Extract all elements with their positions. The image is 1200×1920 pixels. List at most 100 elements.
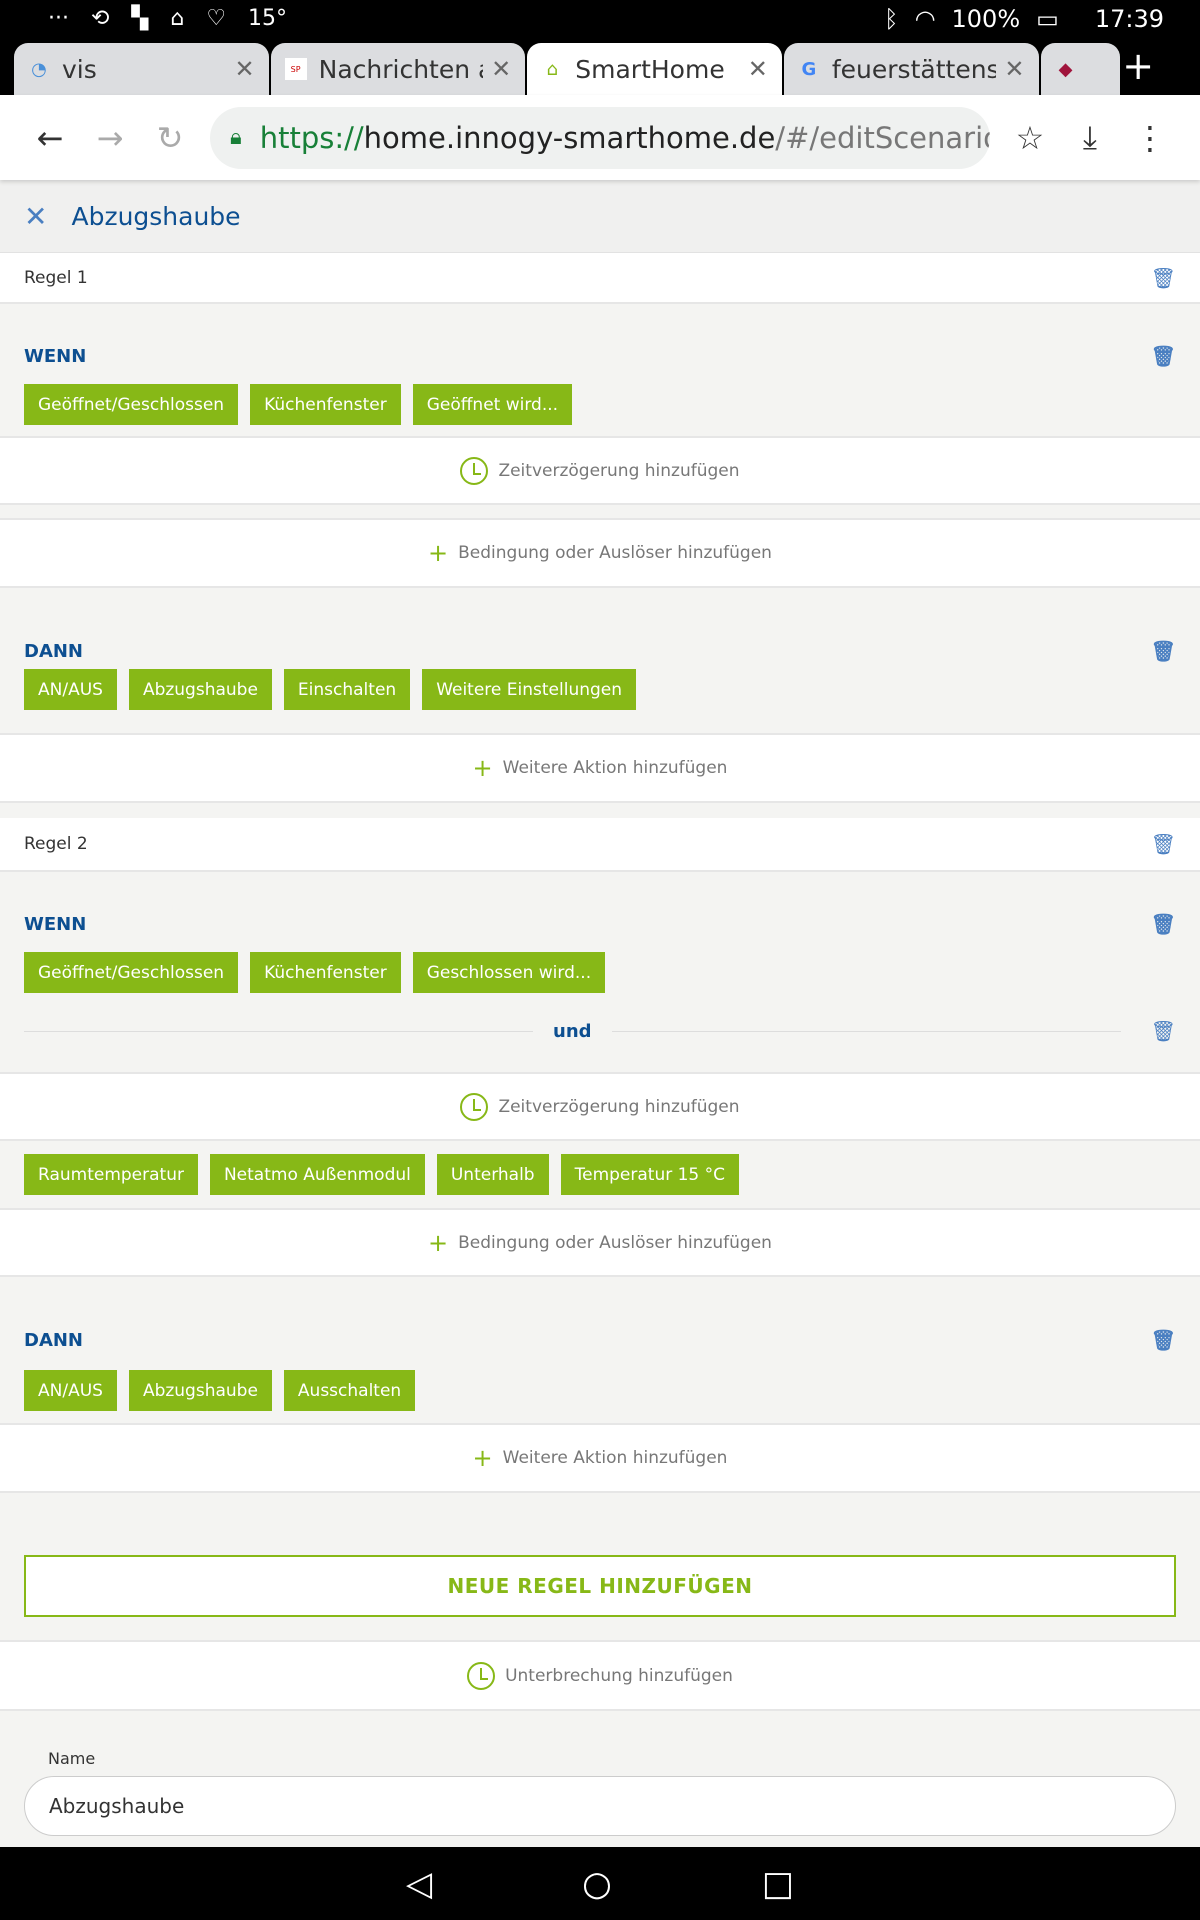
add-action-button[interactable]: + Weitere Aktion hinzufügen	[0, 1425, 1200, 1493]
condition-chip[interactable]: Unterhalb	[436, 1154, 549, 1195]
battery-percent: 100%	[951, 4, 1021, 33]
trigger-chip[interactable]: Küchenfenster	[250, 952, 401, 993]
trash-icon[interactable]: 🗑︎	[1151, 266, 1176, 290]
trash-icon[interactable]: 🗑︎	[1151, 639, 1176, 663]
wifi-icon: ◠	[914, 4, 936, 33]
action-chip[interactable]: Weitere Einstellungen	[422, 669, 637, 710]
clock-icon	[460, 1092, 489, 1121]
add-delay-label: Zeitverzögerung hinzufügen	[498, 460, 740, 481]
browser-tabs: ◔ vis ✕ SP Nachrichten a ✕ ⌂ SmartHome ✕ Gfeue…	[0, 37, 1200, 95]
clock-icon	[460, 456, 489, 485]
rule-title: Regel 1	[24, 267, 88, 288]
name-section: Name Abzugshaube	[0, 1711, 1200, 1851]
close-tab-icon[interactable]: ✕	[235, 55, 255, 83]
trash-icon[interactable]: 🗑︎	[1151, 1019, 1176, 1043]
new-rule-section: NEUE REGEL HINZUFÜGEN	[0, 1493, 1200, 1642]
add-interruption-label: Unterbrechung hinzufügen	[505, 1665, 733, 1686]
when-label: WENN	[24, 345, 87, 367]
tab-other[interactable]: ◆	[1040, 43, 1121, 95]
rule-header: Regel 1 🗑︎	[0, 253, 1200, 304]
close-icon[interactable]: ✕	[24, 200, 47, 233]
plus-icon: +	[428, 1228, 449, 1257]
app-icon: ▚	[131, 6, 149, 31]
add-action-label: Weitere Aktion hinzufügen	[502, 1448, 728, 1468]
action-chip[interactable]: AN/AUS	[24, 1370, 117, 1411]
home-circle-icon[interactable]: ○	[582, 1864, 612, 1904]
action-chip[interactable]: Einschalten	[283, 669, 411, 710]
bluetooth-icon: ᛒ	[884, 4, 899, 33]
add-delay-label: Zeitverzögerung hinzufügen	[498, 1096, 740, 1117]
weather-temp: 15°	[248, 6, 288, 31]
action-chip[interactable]: Abzugshaube	[128, 1370, 272, 1411]
condition-chip[interactable]: Temperatur 15 °C	[560, 1154, 740, 1195]
when-section: WENN 🗑︎ Geöffnet/Geschlossen Küchenfenste…	[0, 304, 1200, 438]
and-label: und	[553, 1020, 592, 1042]
forward-button[interactable]: →	[80, 119, 140, 157]
add-action-label: Weitere Aktion hinzufügen	[502, 758, 728, 778]
tab-vis[interactable]: ◔ vis ✕	[14, 43, 269, 95]
heart-icon: ♡	[206, 6, 227, 31]
add-action-button[interactable]: + Weitere Aktion hinzufügen	[0, 735, 1200, 803]
close-tab-icon[interactable]: ✕	[1004, 55, 1024, 83]
add-delay-button[interactable]: Zeitverzögerung hinzufügen	[0, 1074, 1200, 1141]
action-chip[interactable]: AN/AUS	[24, 669, 117, 710]
then-label: DANN	[24, 1329, 84, 1351]
new-rule-button[interactable]: NEUE REGEL HINZUFÜGEN	[24, 1555, 1176, 1617]
action-chip[interactable]: Abzugshaube	[128, 669, 272, 710]
new-tab-button[interactable]: +	[1122, 44, 1154, 88]
plus-icon: +	[472, 1444, 493, 1472]
clock-icon	[467, 1661, 496, 1690]
back-triangle-icon[interactable]: ◁	[406, 1864, 432, 1904]
rule-title: Regel 2	[24, 834, 88, 854]
smarthome-favicon-icon: ⌂	[546, 58, 558, 80]
url-toolbar: ← → ↻ 🔒︎ https://home.innogy-smarthome.d…	[0, 95, 1200, 180]
tab-title: SmartHome	[575, 54, 725, 84]
url-path: /#/editScenario?_I	[775, 120, 990, 155]
lock-icon: 🔒︎	[230, 125, 242, 150]
recents-square-icon[interactable]: □	[762, 1864, 794, 1904]
download-icon[interactable]: ⤓	[1060, 118, 1120, 157]
when-label: WENN	[24, 913, 87, 935]
trash-icon[interactable]: 🗑︎	[1151, 832, 1176, 856]
action-chip[interactable]: Ausschalten	[283, 1370, 416, 1411]
add-condition-button[interactable]: + Bedingung oder Auslöser hinzufügen	[0, 520, 1200, 588]
tab-title: feuerstättens	[831, 54, 997, 84]
trigger-chip[interactable]: Geöffnet wird...	[412, 384, 573, 425]
condition-chip[interactable]: Raumtemperatur	[24, 1154, 198, 1195]
trigger-chip[interactable]: Geschlossen wird...	[412, 952, 606, 993]
when-section: WENN 🗑︎ Geöffnet/Geschlossen Küchenfenste…	[0, 872, 1200, 1074]
rotate-icon: ⟲	[90, 6, 110, 31]
spiegel-favicon-icon: SP	[284, 58, 307, 80]
add-delay-button[interactable]: Zeitverzögerung hinzufügen	[0, 438, 1200, 505]
close-tab-icon[interactable]: ✕	[491, 55, 511, 83]
name-label: Name	[48, 1749, 96, 1768]
condition-section: Raumtemperatur Netatmo Außenmodul Unterh…	[0, 1141, 1200, 1210]
clock: 17:39	[1094, 4, 1164, 33]
reload-button[interactable]: ↻	[140, 119, 200, 157]
condition-chip[interactable]: Netatmo Außenmodul	[209, 1154, 425, 1195]
menu-icon[interactable]: ⋮	[1120, 119, 1180, 157]
site-favicon-icon: ◆	[1058, 58, 1073, 80]
add-interruption-button[interactable]: Unterbrechung hinzufügen	[0, 1642, 1200, 1711]
back-button[interactable]: ←	[20, 119, 80, 157]
tab-title: Nachrichten a	[318, 54, 484, 84]
tab-smarthome[interactable]: ⌂ SmartHome ✕	[527, 43, 782, 95]
close-tab-icon[interactable]: ✕	[748, 55, 768, 83]
tab-google[interactable]: Gfeuerstättens ✕	[783, 43, 1039, 95]
page-header: ✕ Abzugshaube	[0, 180, 1200, 253]
add-condition-button[interactable]: + Bedingung oder Auslöser hinzufügen	[0, 1210, 1200, 1277]
trash-icon[interactable]: 🗑︎	[1151, 1328, 1176, 1352]
trash-icon[interactable]: 🗑︎	[1151, 344, 1176, 368]
add-condition-label: Bedingung oder Auslöser hinzufügen	[458, 1232, 772, 1253]
name-input[interactable]: Abzugshaube	[24, 1776, 1176, 1836]
trigger-chip[interactable]: Geöffnet/Geschlossen	[24, 384, 239, 425]
tab-nachrichten[interactable]: SP Nachrichten a ✕	[270, 43, 526, 95]
trash-icon[interactable]: 🗑︎	[1151, 912, 1176, 936]
trigger-chip[interactable]: Küchenfenster	[250, 384, 401, 425]
google-favicon-icon: G	[801, 58, 817, 80]
tab-title: vis	[62, 54, 97, 84]
url-scheme: https://	[259, 120, 364, 155]
address-bar[interactable]: 🔒︎ https://home.innogy-smarthome.de/#/ed…	[210, 106, 990, 169]
trigger-chip[interactable]: Geöffnet/Geschlossen	[24, 952, 239, 993]
bookmark-star-icon[interactable]: ☆	[1000, 119, 1060, 157]
